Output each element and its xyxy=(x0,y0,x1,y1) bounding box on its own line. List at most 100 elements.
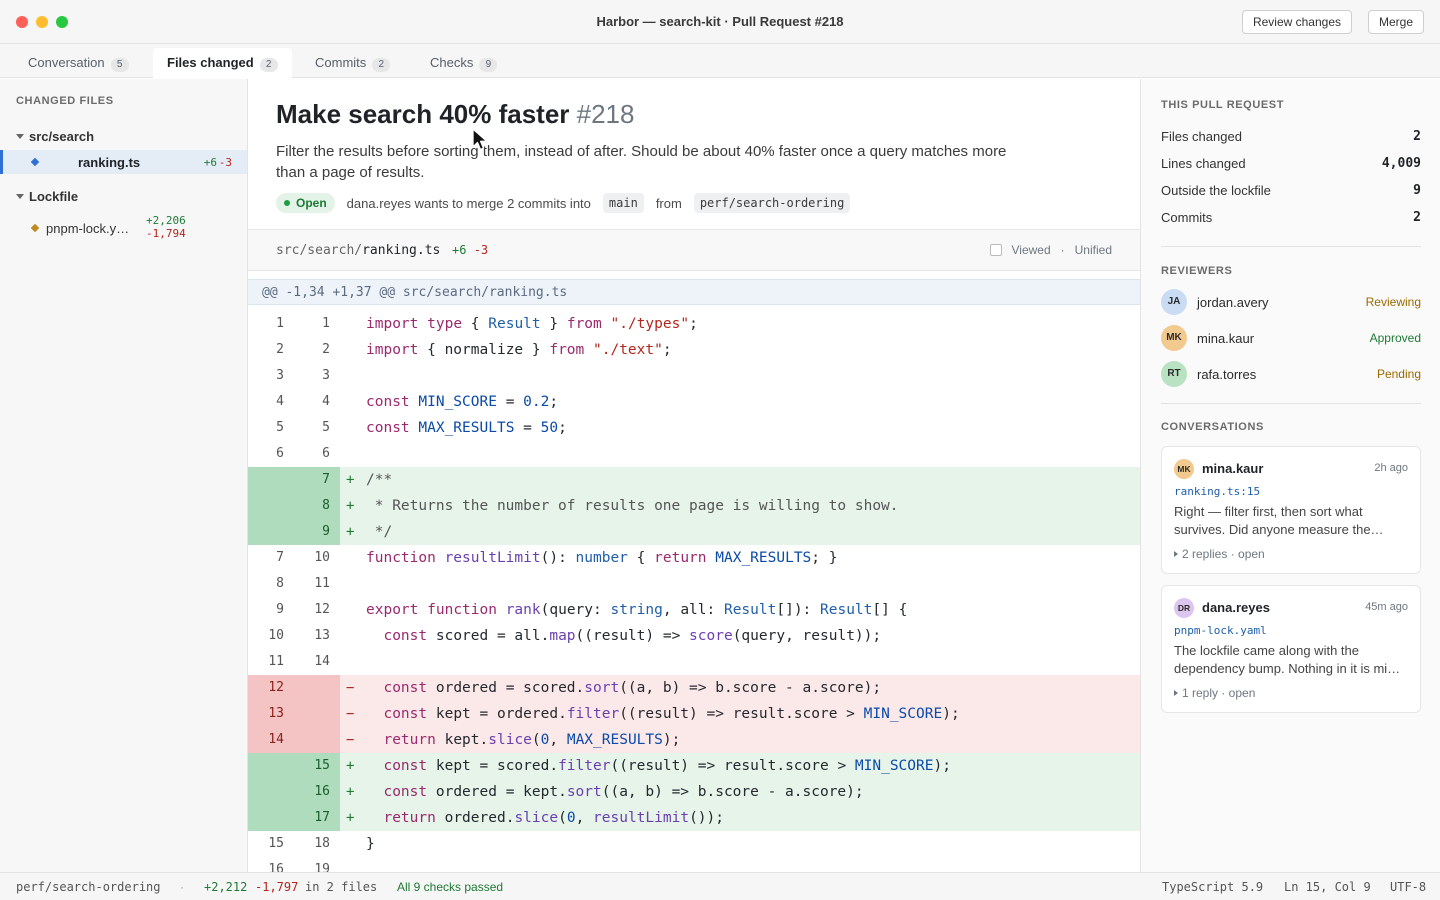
old-line-number[interactable] xyxy=(248,493,284,519)
old-line-number[interactable] xyxy=(248,519,284,545)
comment-file-link[interactable]: pnpm-lock.yaml xyxy=(1174,624,1267,637)
checks-status[interactable]: All 9 checks passed xyxy=(397,880,503,894)
conversation-card[interactable]: MK mina.kaur 2h ago ranking.ts:15 Right — fi… xyxy=(1161,446,1421,574)
new-line-number[interactable]: 3 xyxy=(294,363,330,389)
old-line-number[interactable] xyxy=(248,753,284,779)
diff-line-context[interactable]: 33 xyxy=(248,363,1140,389)
new-line-number[interactable]: 19 xyxy=(294,857,330,872)
new-line-number[interactable]: 16 xyxy=(294,779,330,805)
old-line-number[interactable]: 14 xyxy=(248,727,284,753)
new-line-number[interactable]: 12 xyxy=(294,597,330,623)
diff-line-context[interactable]: 8 11 xyxy=(248,571,1140,597)
new-line-number[interactable]: 9 xyxy=(294,519,330,545)
old-line-number[interactable]: 16 xyxy=(248,857,284,872)
diff-line-removed[interactable]: 14 − return kept.slice(0, MAX_RESULTS); xyxy=(248,727,1140,753)
old-line-number[interactable]: 6 xyxy=(248,441,284,467)
review-changes-button[interactable]: Review changes xyxy=(1241,10,1352,34)
tab-checks[interactable]: Checks 9 xyxy=(416,48,511,78)
diff-line-context[interactable]: 16 19 xyxy=(248,857,1140,872)
diff-line-context[interactable]: 7 10 function resultLimit(): number { retu… xyxy=(248,545,1140,571)
new-line-number[interactable]: 8 xyxy=(294,493,330,519)
reviewer-item[interactable]: MK mina.kaur Approved xyxy=(1161,325,1421,351)
unified-toggle[interactable]: Unified xyxy=(1075,243,1112,257)
diff-line-context[interactable]: 66 xyxy=(248,441,1140,467)
branch-name[interactable]: perf/search-ordering xyxy=(16,880,161,894)
replies-toggle[interactable]: 1 reply · open xyxy=(1174,686,1255,700)
new-line-number[interactable]: 2 xyxy=(294,337,330,363)
new-line-number[interactable]: 15 xyxy=(294,753,330,779)
old-line-number[interactable] xyxy=(248,779,284,805)
reviewer-item[interactable]: RT rafa.torres Pending xyxy=(1161,361,1421,387)
old-line-number[interactable]: 12 xyxy=(248,675,284,701)
diff-line-context[interactable]: 15 18} xyxy=(248,831,1140,857)
old-line-number[interactable]: 5 xyxy=(248,415,284,441)
diff-line-context[interactable]: 5 5 const MAX_RESULTS = 50; xyxy=(248,415,1140,441)
merge-button[interactable]: Merge xyxy=(1367,10,1424,34)
new-line-number[interactable]: 4 xyxy=(294,389,330,415)
new-line-number[interactable]: 5 xyxy=(294,415,330,441)
old-line-number[interactable]: 9 xyxy=(248,597,284,623)
viewed-checkbox[interactable] xyxy=(989,244,1002,256)
new-line-number[interactable] xyxy=(294,675,330,701)
old-line-number[interactable]: 2 xyxy=(248,337,284,363)
avatar: DR xyxy=(1174,598,1194,618)
new-line-number[interactable] xyxy=(294,727,330,753)
old-line-number[interactable]: 10 xyxy=(248,623,284,649)
head-branch[interactable]: perf/search-ordering xyxy=(693,193,851,213)
diff-line-added[interactable]: 8 + * Returns the number of results one p… xyxy=(248,493,1140,519)
old-line-number[interactable]: 4 xyxy=(248,389,284,415)
diff-line-added[interactable]: 9 + */ xyxy=(248,519,1140,545)
diff-line-context[interactable]: 10 13 const scored = all.map((result) => … xyxy=(248,623,1140,649)
base-branch[interactable]: main xyxy=(602,193,644,213)
diff-line-removed[interactable]: 13 − const kept = ordered.filter((result)… xyxy=(248,701,1140,727)
new-line-number[interactable]: 13 xyxy=(294,623,330,649)
replies-toggle[interactable]: 2 replies · open xyxy=(1174,547,1265,561)
tab-conversation[interactable]: Conversation 5 xyxy=(14,48,143,78)
tab-commits[interactable]: Commits 2 xyxy=(301,48,404,78)
diff-line-context[interactable]: 1 1 import type { Result } from "./types"; xyxy=(248,311,1140,337)
tab-files-changed[interactable]: Files changed 2 xyxy=(153,48,292,78)
new-line-number[interactable]: 6 xyxy=(294,441,330,467)
old-line-number[interactable]: 11 xyxy=(248,649,284,675)
diff-line-added[interactable]: 15 + const kept = scored.filter((result) … xyxy=(248,753,1140,779)
reviewer-status: Reviewing xyxy=(1365,295,1421,309)
old-line-number[interactable] xyxy=(248,467,284,493)
new-line-number[interactable] xyxy=(294,701,330,727)
encoding[interactable]: UTF-8 xyxy=(1390,880,1426,894)
old-line-number[interactable]: 7 xyxy=(248,545,284,571)
language-mode[interactable]: TypeScript 5.9 xyxy=(1162,880,1263,894)
file-additions: +6 xyxy=(452,243,467,257)
old-line-number[interactable] xyxy=(248,805,284,831)
old-line-number[interactable]: 3 xyxy=(248,363,284,389)
file-path[interactable]: src/search/ranking.ts xyxy=(276,243,440,258)
cursor-position[interactable]: Ln 15, Col 9 xyxy=(1284,880,1371,894)
diff-line-removed[interactable]: 12 − const ordered = scored.sort((a, b) =… xyxy=(248,675,1140,701)
diff-line-added[interactable]: 7 + /** xyxy=(248,467,1140,493)
diff-line-context[interactable]: 9 12 export function rank(query: string, a… xyxy=(248,597,1140,623)
old-line-number[interactable]: 1 xyxy=(248,311,284,337)
conversation-card[interactable]: DR dana.reyes 45m ago pnpm-lock.yaml The loc… xyxy=(1161,585,1421,713)
folder-src-search[interactable]: src/search xyxy=(16,129,94,144)
new-line-number[interactable]: 11 xyxy=(294,571,330,597)
new-line-number[interactable]: 10 xyxy=(294,545,330,571)
diff-line-context[interactable]: 2 2 import { normalize } from "./text"; xyxy=(248,337,1140,363)
file-item-pnpm-lock[interactable]: pnpm-lock.y… +2,206 -1,794 xyxy=(0,213,247,243)
new-line-number[interactable]: 18 xyxy=(294,831,330,857)
comment-file-link[interactable]: ranking.ts:15 xyxy=(1174,485,1260,498)
reviewer-item[interactable]: JA jordan.avery Reviewing xyxy=(1161,289,1421,315)
new-line-number[interactable]: 7 xyxy=(294,467,330,493)
hunk-header[interactable]: @@ -1,34 +1,37 @@ src/search/ranking.ts xyxy=(248,279,1140,305)
old-line-number[interactable]: 13 xyxy=(248,701,284,727)
new-line-number[interactable]: 14 xyxy=(294,649,330,675)
new-line-number[interactable]: 17 xyxy=(294,805,330,831)
file-item-ranking[interactable]: ranking.ts +6 -3 xyxy=(0,150,247,174)
old-line-number[interactable]: 15 xyxy=(248,831,284,857)
diff-line-added[interactable]: 16 + const ordered = kept.sort((a, b) => … xyxy=(248,779,1140,805)
diff-line-context[interactable]: 4 4 const MIN_SCORE = 0.2; xyxy=(248,389,1140,415)
diff-line-context[interactable]: 11 14 xyxy=(248,649,1140,675)
diff-line-added[interactable]: 17 + return ordered.slice(0, resultLimit(… xyxy=(248,805,1140,831)
comment-body: Right — filter first, then sort what sur… xyxy=(1174,504,1384,537)
old-line-number[interactable]: 8 xyxy=(248,571,284,597)
new-line-number[interactable]: 1 xyxy=(294,311,330,337)
folder-lockfile[interactable]: Lockfile xyxy=(16,189,78,204)
